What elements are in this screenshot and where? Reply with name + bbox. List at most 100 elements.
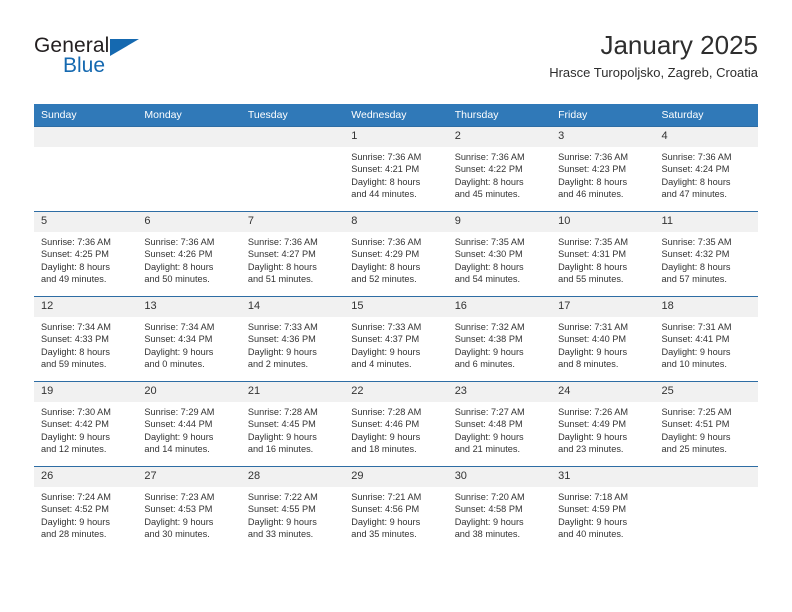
sunset-text: Sunset: 4:49 PM	[558, 419, 627, 430]
calendar-day-cell[interactable]: 5 Sunrise: 7:36 AM Sunset: 4:25 PM Daylight…	[34, 211, 138, 297]
day-sun-info: Sunrise: 7:36 AM Sunset: 4:27 PM Daylight:…	[241, 232, 344, 286]
day-number: 28	[240, 467, 345, 487]
calendar-day-cell[interactable]: 4 Sunrise: 7:36 AM Sunset: 4:24 PM Daylight…	[654, 126, 758, 212]
day-number: 31	[551, 467, 655, 487]
calendar-day-cell[interactable]: 3 Sunrise: 7:36 AM Sunset: 4:23 PM Daylight…	[551, 126, 655, 212]
sunset-text: Sunset: 4:38 PM	[454, 334, 523, 345]
calendar-week-row: 26 Sunrise: 7:24 AM Sunset: 4:52 PM Dayligh…	[34, 466, 758, 551]
day-number: 10	[551, 212, 655, 232]
daylight-text-line1: Daylight: 9 hours	[41, 516, 110, 527]
day-sun-info: Sunrise: 7:35 AM Sunset: 4:32 PM Daylight:…	[655, 232, 758, 286]
daylight-text-line2: and 50 minutes.	[144, 274, 210, 285]
day-number: 19	[34, 382, 138, 402]
calendar-cell-empty	[240, 126, 345, 212]
sunset-text: Sunset: 4:44 PM	[144, 419, 213, 430]
day-number	[34, 127, 138, 147]
calendar-day-cell[interactable]: 24 Sunrise: 7:26 AM Sunset: 4:49 PM Dayligh…	[551, 381, 655, 467]
calendar-day-cell[interactable]: 18 Sunrise: 7:31 AM Sunset: 4:41 PM Dayligh…	[654, 296, 758, 382]
daylight-text-line1: Daylight: 9 hours	[144, 431, 214, 442]
daylight-text-line1: Daylight: 8 hours	[144, 261, 214, 272]
daylight-text-line2: and 46 minutes.	[558, 189, 624, 200]
calendar-day-cell[interactable]: 17 Sunrise: 7:31 AM Sunset: 4:40 PM Dayligh…	[551, 296, 655, 382]
daylight-text-line1: Daylight: 9 hours	[558, 346, 628, 357]
sunset-text: Sunset: 4:22 PM	[454, 164, 523, 175]
calendar-day-cell[interactable]: 25 Sunrise: 7:25 AM Sunset: 4:51 PM Dayligh…	[654, 381, 758, 467]
daylight-text-line1: Daylight: 8 hours	[351, 261, 421, 272]
calendar-day-cell[interactable]: 13 Sunrise: 7:34 AM Sunset: 4:34 PM Dayligh…	[137, 296, 241, 382]
calendar-day-cell[interactable]: 26 Sunrise: 7:24 AM Sunset: 4:52 PM Dayligh…	[34, 466, 138, 551]
daylight-text-line2: and 30 minutes.	[144, 529, 210, 540]
sunrise-text: Sunrise: 7:28 AM	[351, 407, 422, 417]
daylight-text-line1: Daylight: 8 hours	[454, 261, 524, 272]
calendar-day-cell[interactable]: 21 Sunrise: 7:28 AM Sunset: 4:45 PM Dayligh…	[240, 381, 345, 467]
calendar-day-cell[interactable]: 7 Sunrise: 7:36 AM Sunset: 4:27 PM Daylight…	[240, 211, 345, 297]
sunrise-text: Sunrise: 7:35 AM	[454, 237, 525, 247]
calendar-day-cell[interactable]: 11 Sunrise: 7:35 AM Sunset: 4:32 PM Dayligh…	[654, 211, 758, 297]
day-sun-info: Sunrise: 7:33 AM Sunset: 4:36 PM Daylight:…	[241, 317, 344, 371]
calendar-day-cell[interactable]: 27 Sunrise: 7:23 AM Sunset: 4:53 PM Dayligh…	[137, 466, 241, 551]
calendar-day-cell[interactable]: 12 Sunrise: 7:34 AM Sunset: 4:33 PM Dayligh…	[34, 296, 138, 382]
generalblue-logo[interactable]: General Blue	[34, 34, 224, 90]
sunrise-text: Sunrise: 7:25 AM	[661, 407, 732, 417]
day-sun-info: Sunrise: 7:30 AM Sunset: 4:42 PM Daylight:…	[34, 402, 137, 456]
calendar-week-row: 19 Sunrise: 7:30 AM Sunset: 4:42 PM Dayligh…	[34, 381, 758, 467]
sunrise-text: Sunrise: 7:36 AM	[661, 152, 732, 162]
calendar-cell-empty	[137, 126, 241, 212]
day-number: 22	[344, 382, 448, 402]
day-sun-info: Sunrise: 7:36 AM Sunset: 4:21 PM Daylight:…	[344, 147, 447, 201]
daylight-text-line2: and 33 minutes.	[247, 529, 314, 540]
day-number: 25	[654, 382, 758, 402]
day-sun-info: Sunrise: 7:28 AM Sunset: 4:46 PM Daylight:…	[344, 402, 447, 456]
day-number: 26	[34, 467, 138, 487]
day-number: 8	[344, 212, 448, 232]
daylight-text-line1: Daylight: 9 hours	[351, 431, 421, 442]
calendar-day-cell[interactable]: 16 Sunrise: 7:32 AM Sunset: 4:38 PM Dayligh…	[447, 296, 552, 382]
sunrise-text: Sunrise: 7:24 AM	[41, 492, 111, 502]
sunrise-text: Sunrise: 7:30 AM	[41, 407, 111, 417]
calendar-day-cell[interactable]: 1 Sunrise: 7:36 AM Sunset: 4:21 PM Daylight…	[344, 126, 448, 212]
day-number: 4	[654, 127, 758, 147]
day-sun-info: Sunrise: 7:36 AM Sunset: 4:23 PM Daylight:…	[551, 147, 654, 201]
calendar-day-cell[interactable]: 10 Sunrise: 7:35 AM Sunset: 4:31 PM Dayligh…	[551, 211, 655, 297]
daylight-text-line2: and 10 minutes.	[661, 359, 727, 370]
calendar-day-cell[interactable]: 23 Sunrise: 7:27 AM Sunset: 4:48 PM Dayligh…	[447, 381, 552, 467]
sunrise-text: Sunrise: 7:36 AM	[558, 152, 629, 162]
calendar-day-cell[interactable]: 15 Sunrise: 7:33 AM Sunset: 4:37 PM Dayligh…	[344, 296, 448, 382]
sunrise-text: Sunrise: 7:18 AM	[558, 492, 629, 502]
calendar-day-cell[interactable]: 6 Sunrise: 7:36 AM Sunset: 4:26 PM Daylight…	[137, 211, 241, 297]
calendar-day-cell[interactable]: 20 Sunrise: 7:29 AM Sunset: 4:44 PM Dayligh…	[137, 381, 241, 467]
weekday-header-sunday: Sunday	[34, 104, 138, 127]
daylight-text-line1: Daylight: 9 hours	[454, 346, 524, 357]
calendar-day-cell[interactable]: 14 Sunrise: 7:33 AM Sunset: 4:36 PM Dayligh…	[240, 296, 345, 382]
daylight-text-line1: Daylight: 9 hours	[247, 431, 317, 442]
day-number: 9	[447, 212, 552, 232]
sunset-text: Sunset: 4:52 PM	[41, 504, 109, 515]
day-sun-info: Sunrise: 7:36 AM Sunset: 4:26 PM Daylight:…	[137, 232, 240, 286]
day-number: 5	[34, 212, 138, 232]
calendar-day-cell[interactable]: 22 Sunrise: 7:28 AM Sunset: 4:46 PM Dayligh…	[344, 381, 448, 467]
daylight-text-line2: and 51 minutes.	[247, 274, 314, 285]
page-subtitle: Hrasce Turopoljsko, Zagreb, Croatia	[549, 65, 758, 80]
sunset-text: Sunset: 4:34 PM	[144, 334, 213, 345]
daylight-text-line2: and 18 minutes.	[351, 444, 417, 455]
day-number: 24	[551, 382, 655, 402]
daylight-text-line1: Daylight: 9 hours	[247, 516, 317, 527]
daylight-text-line2: and 23 minutes.	[558, 444, 624, 455]
daylight-text-line2: and 38 minutes.	[454, 529, 521, 540]
sunrise-text: Sunrise: 7:27 AM	[454, 407, 525, 417]
daylight-text-line1: Daylight: 9 hours	[454, 516, 524, 527]
day-sun-info: Sunrise: 7:34 AM Sunset: 4:34 PM Daylight:…	[137, 317, 240, 371]
calendar-day-cell[interactable]: 2 Sunrise: 7:36 AM Sunset: 4:22 PM Daylight…	[447, 126, 552, 212]
calendar-day-cell[interactable]: 19 Sunrise: 7:30 AM Sunset: 4:42 PM Dayligh…	[34, 381, 138, 467]
sunset-text: Sunset: 4:33 PM	[41, 334, 109, 345]
calendar-day-cell[interactable]: 28 Sunrise: 7:22 AM Sunset: 4:55 PM Dayligh…	[240, 466, 345, 551]
day-sun-info: Sunrise: 7:36 AM Sunset: 4:29 PM Daylight:…	[344, 232, 447, 286]
calendar-day-cell[interactable]: 30 Sunrise: 7:20 AM Sunset: 4:58 PM Dayligh…	[447, 466, 552, 551]
calendar-day-cell[interactable]: 9 Sunrise: 7:35 AM Sunset: 4:30 PM Daylight…	[447, 211, 552, 297]
calendar-cell-empty	[654, 466, 758, 551]
sunrise-text: Sunrise: 7:34 AM	[41, 322, 111, 332]
calendar-day-cell[interactable]: 29 Sunrise: 7:21 AM Sunset: 4:56 PM Dayligh…	[344, 466, 448, 551]
calendar-day-cell[interactable]: 31 Sunrise: 7:18 AM Sunset: 4:59 PM Dayligh…	[551, 466, 655, 551]
day-number: 11	[654, 212, 758, 232]
calendar-day-cell[interactable]: 8 Sunrise: 7:36 AM Sunset: 4:29 PM Daylight…	[344, 211, 448, 297]
